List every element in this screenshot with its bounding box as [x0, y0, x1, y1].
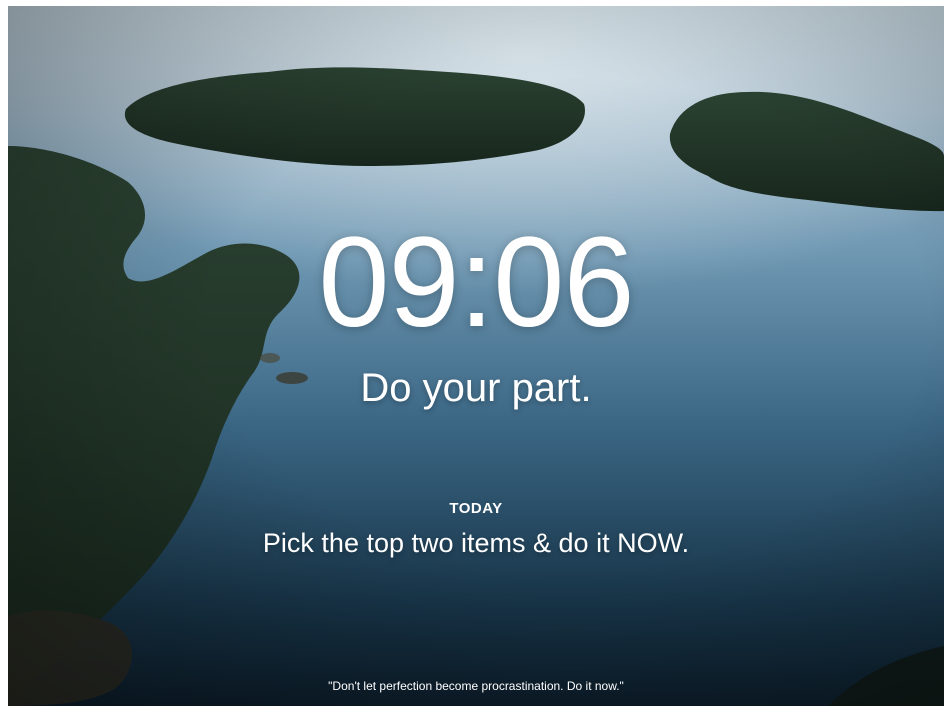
clock-time: 09:06: [318, 211, 634, 354]
rock: [260, 353, 280, 363]
focus-label: TODAY: [449, 500, 503, 517]
greeting-text: Do your part.: [360, 366, 592, 410]
new-tab-dashboard: 09:06 Do your part. TODAY Pick the top t…: [8, 6, 944, 706]
quote-text[interactable]: "Don't let perfection become procrastina…: [8, 680, 944, 692]
background-photo: [8, 6, 944, 706]
focus-text[interactable]: Pick the top two items & do it NOW.: [8, 528, 944, 559]
